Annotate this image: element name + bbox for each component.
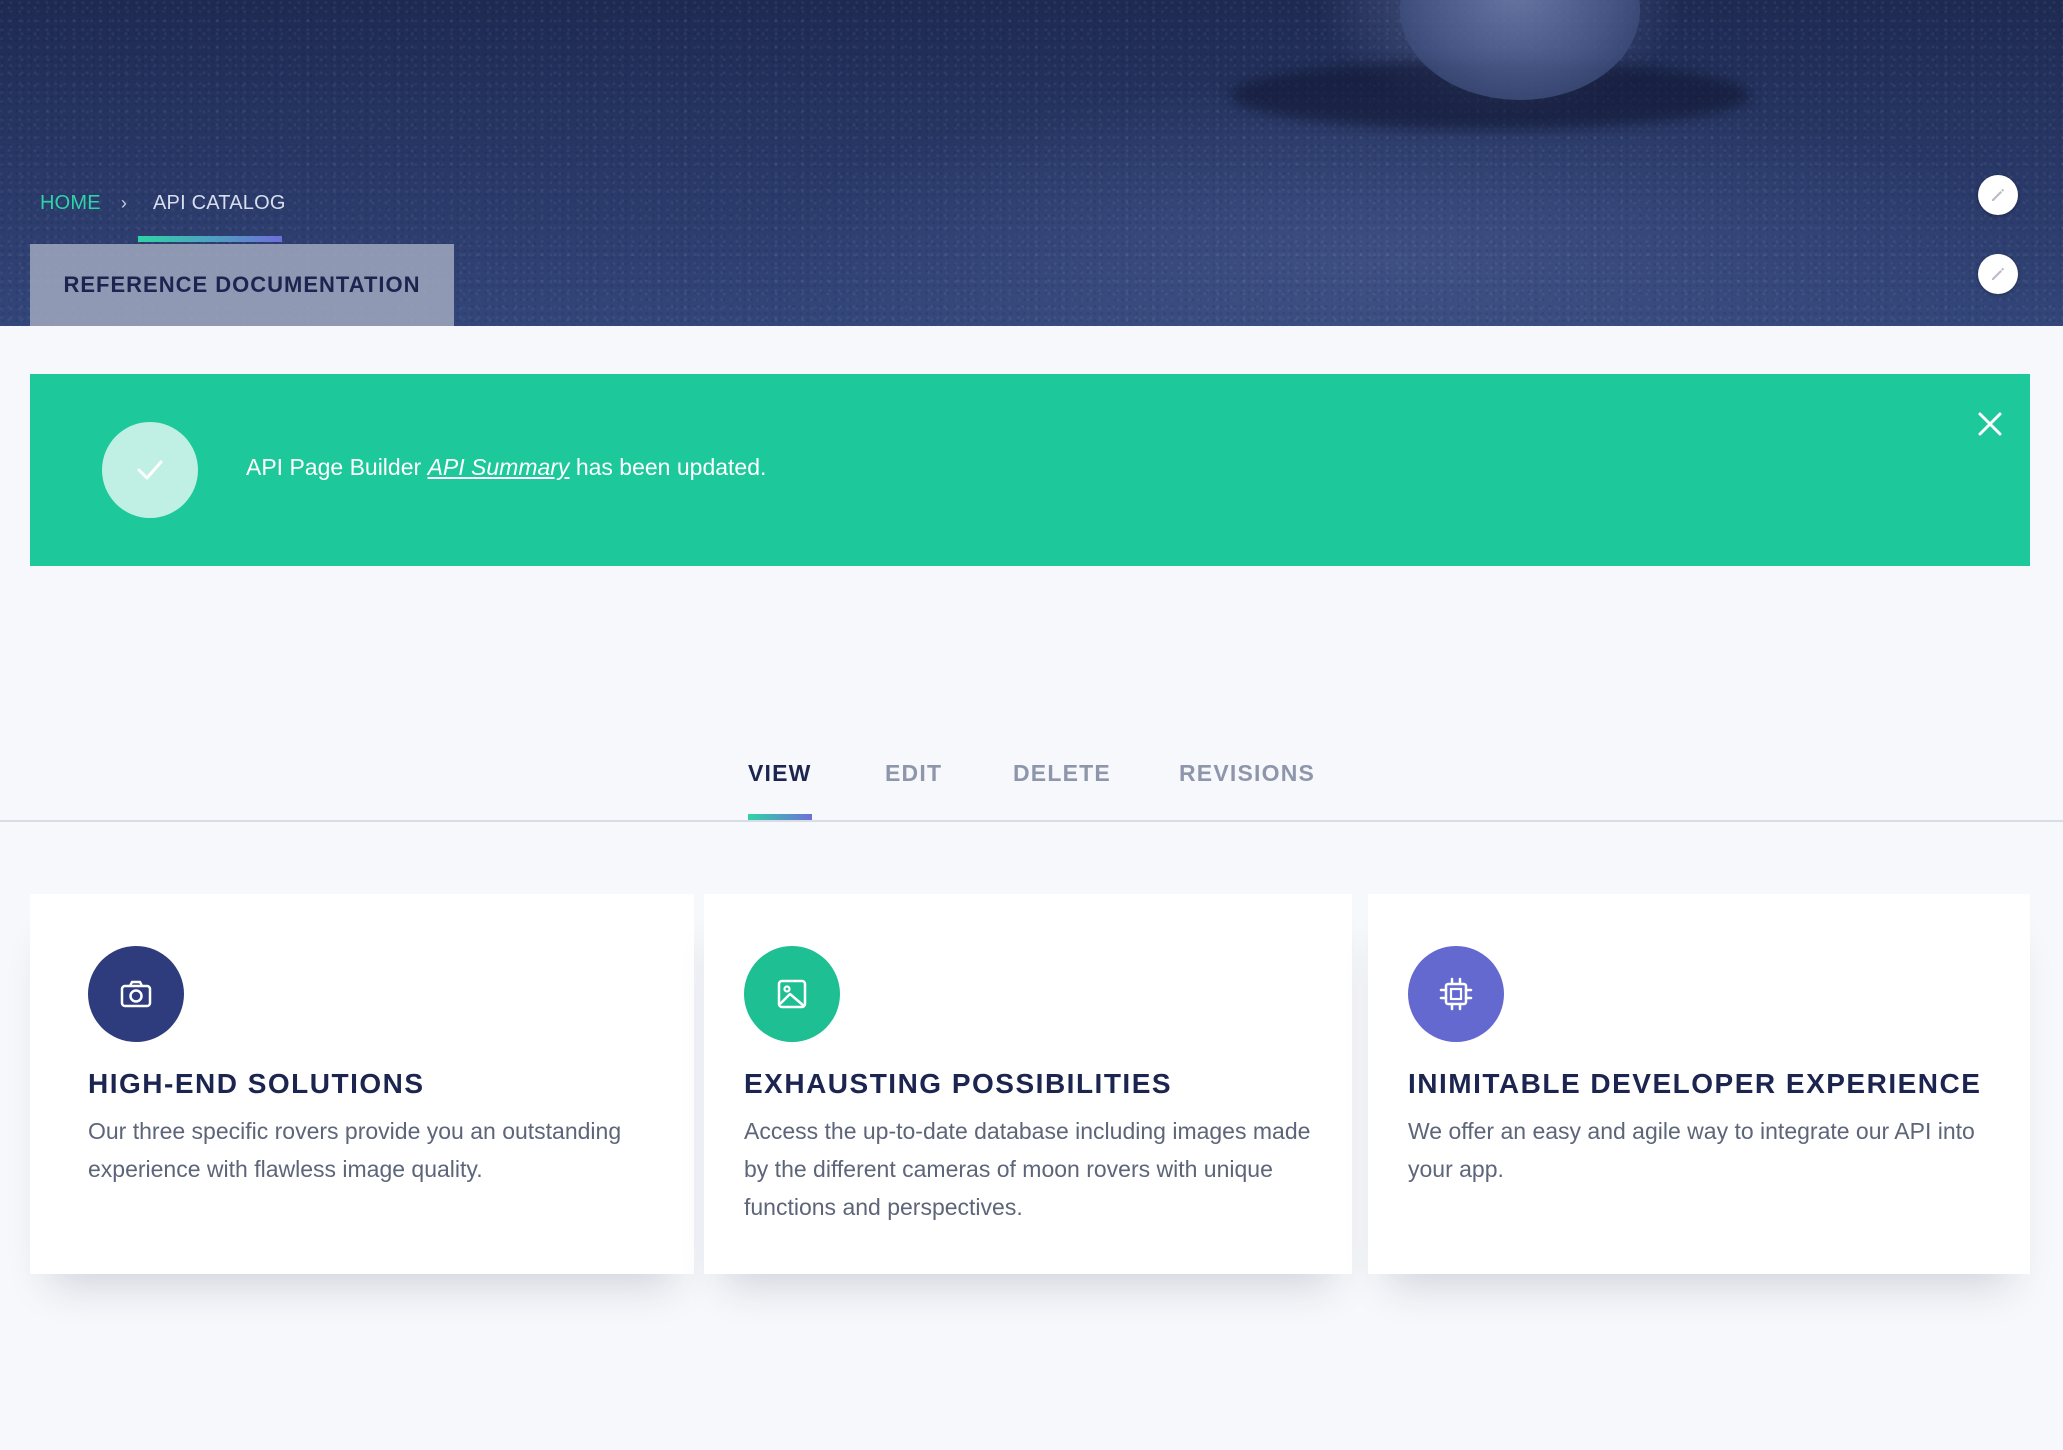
feature-card: EXHAUSTING POSSIBILITIES Access the up-t… — [704, 894, 1352, 1274]
status-message: API Page Builder API Summary has been up… — [30, 374, 2030, 566]
checkmark-icon — [102, 422, 198, 518]
breadcrumb: HOME › API CATALOG — [40, 192, 286, 215]
feature-cards: HIGH-END SOLUTIONS Our three specific ro… — [30, 894, 2030, 1274]
status-message-text: API Page Builder API Summary has been up… — [246, 454, 766, 481]
feature-card: HIGH-END SOLUTIONS Our three specific ro… — [30, 894, 694, 1274]
tab-delete[interactable]: DELETE — [1013, 760, 1111, 787]
close-icon[interactable] — [1970, 404, 2010, 444]
tab-edit[interactable]: EDIT — [885, 760, 942, 787]
local-tasks-tabs: VIEW EDIT DELETE REVISIONS — [0, 752, 2063, 822]
hero-banner: HOME › API CATALOG REFERENCE DOCUMENTATI… — [0, 0, 2063, 326]
breadcrumb-current[interactable]: API CATALOG — [153, 192, 286, 215]
pencil-icon — [1992, 188, 2005, 201]
feature-card-title: EXHAUSTING POSSIBILITIES — [744, 1068, 1173, 1099]
breadcrumb-home-link[interactable]: HOME — [40, 192, 101, 215]
api-summary-link[interactable]: API Summary — [428, 454, 570, 480]
page-title: REFERENCE DOCUMENTATION — [63, 272, 421, 297]
feature-card-title: INIMITABLE DEVELOPER EXPERIENCE — [1408, 1068, 1982, 1099]
chevron-right-icon: › — [120, 193, 128, 213]
chip-icon — [1408, 946, 1504, 1042]
feature-card-title: HIGH-END SOLUTIONS — [88, 1068, 425, 1099]
feature-card-description: Our three specific rovers provide you an… — [88, 1118, 622, 1182]
feature-card-description: We offer an easy and agile way to integr… — [1408, 1118, 1975, 1182]
edit-block-button-2[interactable] — [1978, 254, 2018, 294]
status-message-suffix: has been updated. — [569, 454, 767, 480]
active-tab-indicator — [748, 814, 812, 820]
status-message-prefix: API Page Builder — [246, 454, 428, 480]
camera-icon — [88, 946, 184, 1042]
page-title-box: REFERENCE DOCUMENTATION — [30, 244, 454, 326]
tab-view[interactable]: VIEW — [748, 760, 812, 787]
pencil-icon — [1992, 267, 2005, 280]
tab-revisions[interactable]: REVISIONS — [1179, 760, 1315, 787]
image-icon — [744, 946, 840, 1042]
edit-block-button-1[interactable] — [1978, 175, 2018, 215]
feature-card-description: Access the up-to-date database including… — [744, 1118, 1311, 1220]
feature-card: INIMITABLE DEVELOPER EXPERIENCE We offer… — [1368, 894, 2030, 1274]
breadcrumb-underline — [138, 236, 282, 242]
